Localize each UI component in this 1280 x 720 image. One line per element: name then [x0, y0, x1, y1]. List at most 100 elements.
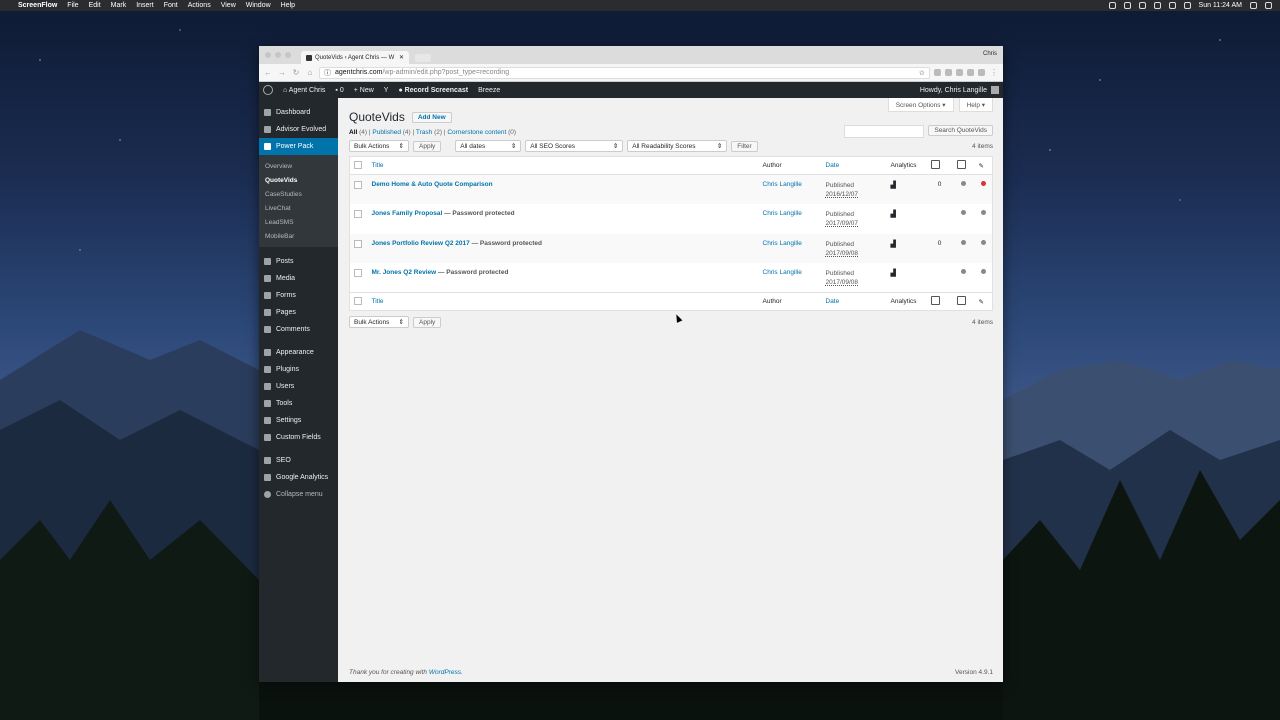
search-icon[interactable]: [1250, 2, 1257, 9]
submenu-mobilebar[interactable]: MobileBar: [259, 229, 338, 243]
help-button[interactable]: Help ▾: [958, 98, 993, 112]
reload-icon[interactable]: ↻: [291, 68, 301, 77]
apply-button-bottom[interactable]: Apply: [413, 316, 442, 328]
extension-icon[interactable]: [945, 69, 952, 76]
menu-help[interactable]: Help: [281, 2, 295, 9]
sidebar-item-custom-fields[interactable]: Custom Fields: [259, 429, 338, 446]
sidebar-item-power-pack[interactable]: Power Pack: [259, 138, 338, 155]
new-tab-button[interactable]: [415, 54, 431, 62]
list-icon[interactable]: [1265, 2, 1272, 9]
submenu-quotevids[interactable]: QuoteVids: [259, 173, 338, 187]
view-cornerstone-link[interactable]: Cornerstone content: [447, 129, 506, 136]
column-title-footer[interactable]: Title: [367, 292, 759, 311]
info-icon[interactable]: ⓘ: [324, 68, 331, 78]
submenu-casestudies[interactable]: CaseStudies: [259, 187, 338, 201]
row-author-link[interactable]: Chris Langille: [763, 269, 802, 276]
sidebar-item-advisor-evolved[interactable]: Advisor Evolved: [259, 121, 338, 138]
submenu-overview[interactable]: Overview: [259, 159, 338, 173]
adminbar-comments[interactable]: ▪ 0: [335, 87, 343, 94]
sidebar-item-settings[interactable]: Settings: [259, 412, 338, 429]
sidebar-item-comments[interactable]: Comments: [259, 321, 338, 338]
menu-insert[interactable]: Insert: [136, 2, 154, 9]
sidebar-item-tools[interactable]: Tools: [259, 395, 338, 412]
browser-menu-icon[interactable]: ⋮: [989, 68, 999, 77]
menu-app-name[interactable]: ScreenFlow: [18, 2, 57, 9]
row-title-link[interactable]: Jones Portfolio Review Q2 2017: [372, 240, 470, 247]
extension-icon[interactable]: [956, 69, 963, 76]
minimize-window-button[interactable]: [275, 52, 281, 58]
address-bar[interactable]: ⓘ agentchris.com/wp-admin/edit.php?post_…: [319, 66, 930, 79]
back-icon[interactable]: ←: [263, 68, 273, 77]
row-author-link[interactable]: Chris Langille: [763, 210, 802, 217]
view-trash-link[interactable]: Trash: [416, 129, 432, 136]
seo-scores-select[interactable]: All SEO Scores ⇕: [525, 140, 624, 152]
adminbar-new[interactable]: + New: [354, 87, 374, 94]
browser-tab[interactable]: QuoteVids ‹ Agent Chris — W ✕: [301, 51, 409, 64]
row-author-link[interactable]: Chris Langille: [763, 181, 802, 188]
dates-select[interactable]: All dates ⇕: [455, 140, 522, 152]
menu-edit[interactable]: Edit: [89, 2, 101, 9]
row-checkbox[interactable]: [354, 269, 362, 277]
bulk-actions-select[interactable]: Bulk Actions ⇕: [349, 140, 409, 152]
skype-icon[interactable]: [1123, 2, 1131, 9]
sidebar-item-posts[interactable]: Posts: [259, 253, 338, 270]
search-input[interactable]: [844, 125, 925, 138]
home-icon[interactable]: ⌂: [305, 68, 315, 77]
screen-options-button[interactable]: Screen Options ▾: [887, 98, 954, 112]
select-all-checkbox[interactable]: [354, 296, 362, 305]
menu-window[interactable]: Window: [246, 2, 271, 9]
filter-button[interactable]: Filter: [731, 140, 758, 152]
bookmark-star-icon[interactable]: ☆: [919, 69, 925, 77]
wordpress-logo-icon[interactable]: [263, 85, 273, 95]
cloud-icon[interactable]: [1153, 2, 1161, 9]
row-checkbox[interactable]: [354, 181, 362, 189]
extension-icon[interactable]: [967, 69, 974, 76]
menu-file[interactable]: File: [67, 2, 78, 9]
yoast-icon[interactable]: Y: [384, 87, 389, 94]
close-tab-icon[interactable]: ✕: [399, 54, 404, 61]
analytics-chart-icon[interactable]: ▟: [891, 211, 896, 218]
menu-view[interactable]: View: [221, 2, 236, 9]
adminbar-site[interactable]: ⌂ Agent Chris: [283, 87, 325, 94]
collapse-menu-button[interactable]: Collapse menu: [259, 486, 338, 503]
zoom-window-button[interactable]: [285, 52, 291, 58]
sidebar-item-users[interactable]: Users: [259, 378, 338, 395]
analytics-chart-icon[interactable]: ▟: [891, 270, 896, 277]
menu-mark[interactable]: Mark: [111, 2, 127, 9]
bulk-actions-select-bottom[interactable]: Bulk Actions ⇕: [349, 316, 409, 328]
row-checkbox[interactable]: [354, 239, 362, 248]
volume-icon[interactable]: [1183, 2, 1191, 9]
row-author-link[interactable]: Chris Langille: [763, 240, 802, 247]
sidebar-item-google-analytics[interactable]: Google Analytics: [259, 469, 338, 486]
apply-button[interactable]: Apply: [413, 140, 442, 152]
dropbox-icon[interactable]: [1138, 2, 1146, 9]
view-published-link[interactable]: Published: [372, 129, 401, 136]
profile-name[interactable]: Chris: [983, 51, 997, 57]
sidebar-item-dashboard[interactable]: Dashboard: [259, 104, 338, 121]
record-screencast-button[interactable]: ● Record Screencast: [398, 87, 468, 94]
view-all-link[interactable]: All: [349, 129, 357, 136]
column-date-header[interactable]: Date: [821, 156, 887, 175]
sidebar-item-pages[interactable]: Pages: [259, 304, 338, 321]
wordpress-link[interactable]: WordPress: [429, 669, 461, 676]
row-checkbox[interactable]: [354, 210, 362, 218]
submenu-livechat[interactable]: LiveChat: [259, 201, 338, 215]
sidebar-item-plugins[interactable]: Plugins: [259, 361, 338, 378]
column-date-footer[interactable]: Date: [821, 292, 887, 311]
add-new-button[interactable]: Add New: [411, 111, 452, 123]
wifi-icon[interactable]: [1168, 2, 1176, 9]
menubar-clock[interactable]: Sun 11:24 AM: [1199, 2, 1242, 9]
extension-icon[interactable]: [934, 69, 941, 76]
readability-select[interactable]: All Readability Scores ⇕: [627, 140, 728, 152]
sidebar-item-forms[interactable]: Forms: [259, 287, 338, 304]
menu-font[interactable]: Font: [164, 2, 178, 9]
column-title-header[interactable]: Title: [367, 156, 759, 175]
status-icon[interactable]: [1108, 2, 1116, 9]
select-all-checkbox[interactable]: [354, 160, 362, 169]
row-title-link[interactable]: Jones Family Proposal: [372, 210, 443, 217]
sidebar-item-media[interactable]: Media: [259, 270, 338, 287]
forward-icon[interactable]: →: [277, 68, 287, 77]
howdy-user[interactable]: Howdy, Chris Langille: [920, 86, 999, 94]
sidebar-item-seo[interactable]: SEO: [259, 452, 338, 469]
row-title-link[interactable]: Mr. Jones Q2 Review: [372, 269, 437, 276]
